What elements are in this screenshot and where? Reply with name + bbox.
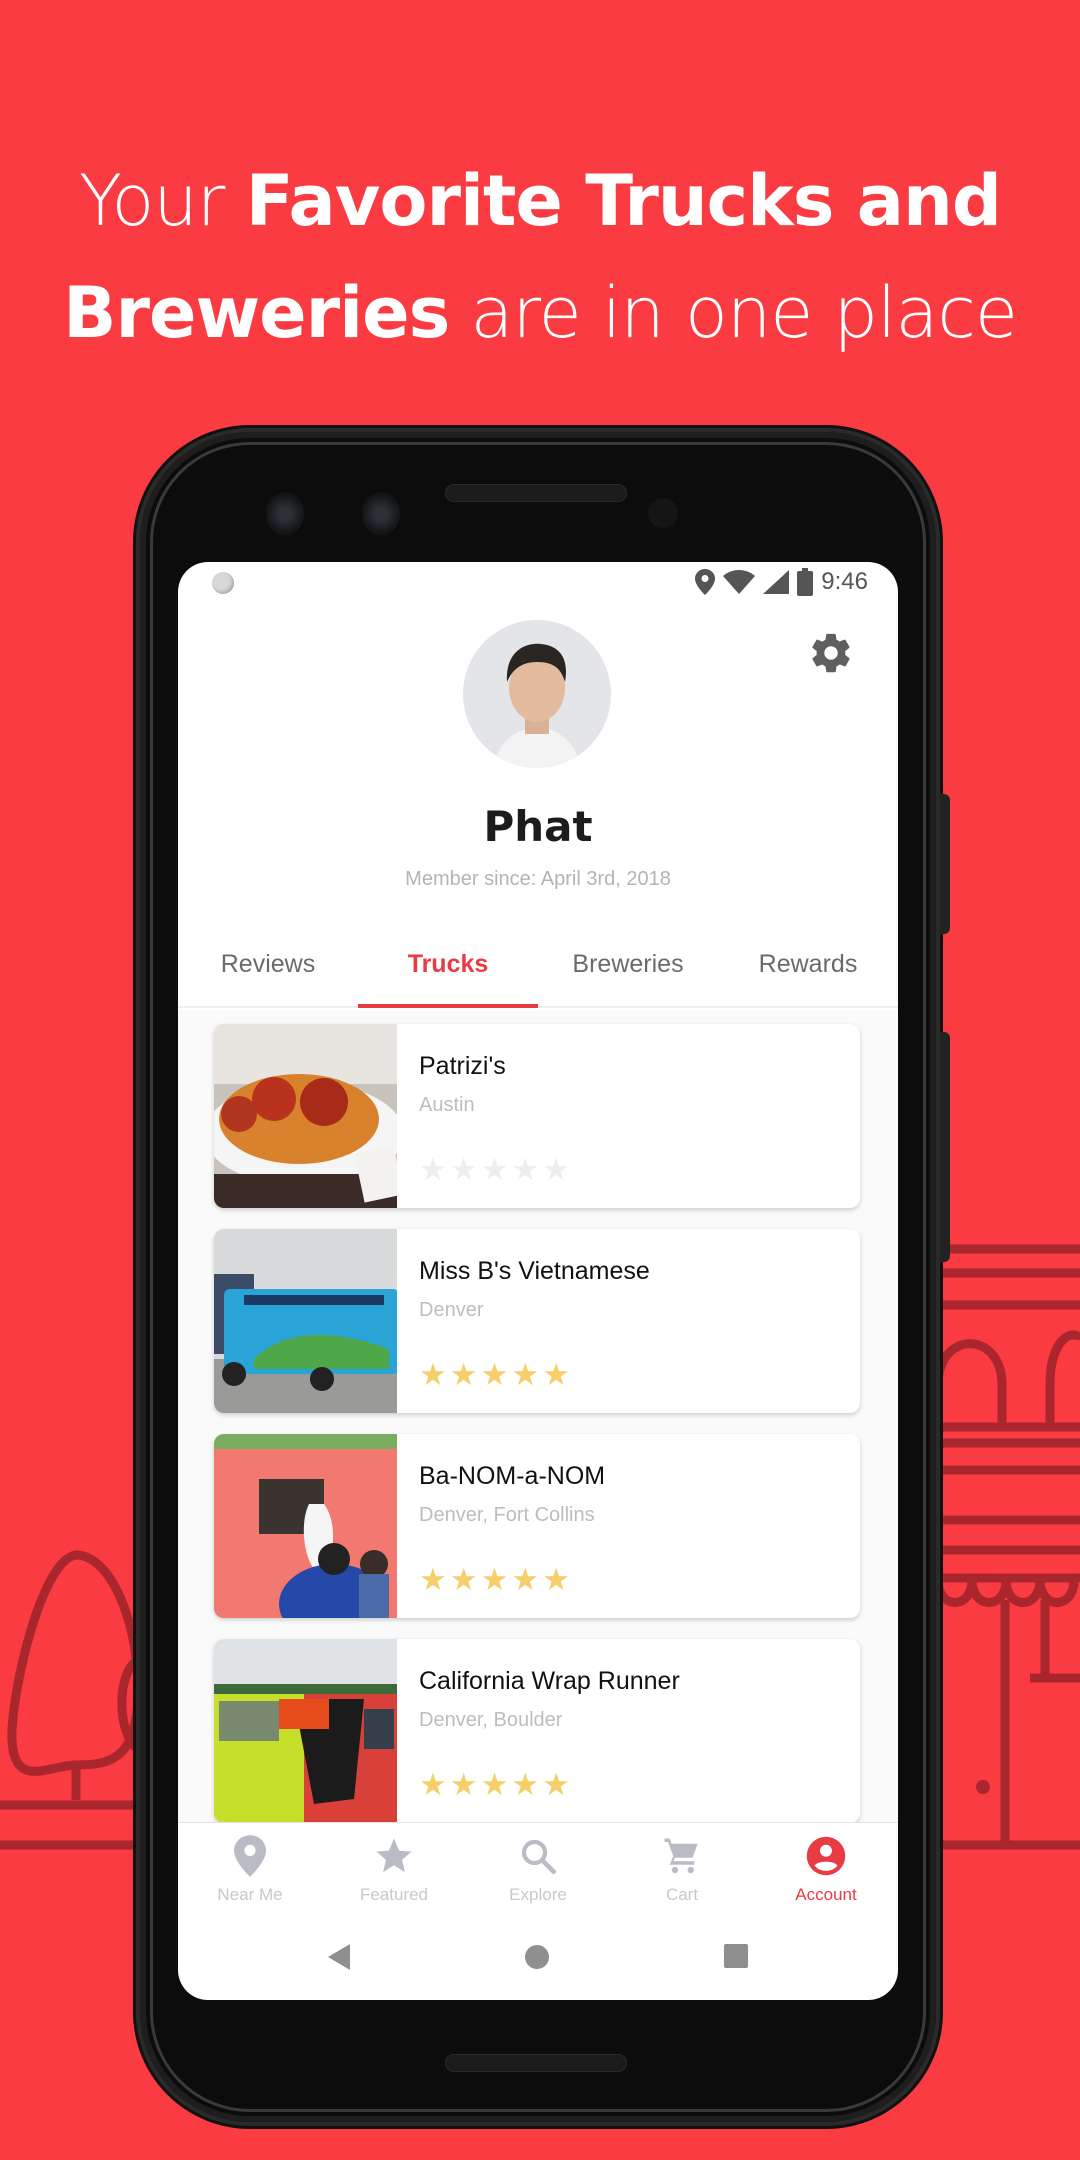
- bottom-speaker: [445, 2054, 627, 2072]
- star-empty-icon: ★: [511, 1152, 540, 1187]
- tab-breweries[interactable]: Breweries: [538, 932, 718, 1006]
- status-bar: 9:46: [178, 562, 898, 604]
- truck-name: Patrizi's: [419, 1052, 506, 1080]
- star-rating: ★ ★ ★ ★ ★: [419, 1359, 570, 1390]
- star-empty-icon: ★: [480, 1152, 509, 1187]
- search-icon: [521, 1839, 557, 1875]
- tab-trucks[interactable]: Trucks: [358, 932, 538, 1008]
- truck-card[interactable]: California Wrap Runner Denver, Boulder ★…: [214, 1639, 860, 1822]
- headline-bold-2: Breweries: [63, 272, 450, 354]
- star-filled-icon: ★: [511, 1357, 540, 1392]
- truck-image: [214, 1229, 397, 1413]
- front-camera-1: [266, 492, 304, 536]
- star-filled-icon: ★: [511, 1562, 540, 1597]
- member-since: Member since: April 3rd, 2018: [405, 868, 671, 890]
- star-rating: ★ ★ ★ ★ ★: [419, 1564, 570, 1595]
- front-camera-2: [362, 492, 400, 536]
- truck-image: [214, 1434, 397, 1618]
- truck-card[interactable]: Patrizi's Austin ★ ★ ★ ★ ★: [214, 1024, 860, 1208]
- clock: 9:46: [821, 568, 868, 595]
- star-rating: ★ ★ ★ ★ ★: [419, 1769, 570, 1800]
- star-filled-icon: ★: [419, 1562, 447, 1597]
- star-filled-icon: ★: [449, 1562, 478, 1597]
- star-filled-icon: ★: [419, 1357, 447, 1392]
- truck-location: Denver, Boulder: [419, 1709, 563, 1731]
- star-filled-icon: ★: [480, 1562, 509, 1597]
- cart-icon: [664, 1838, 698, 1874]
- star-filled-icon: ★: [542, 1562, 570, 1597]
- signal-icon: [763, 570, 790, 594]
- phone-screen: 9:46 Phat Member since: April 3rd, 2018 …: [178, 562, 898, 2000]
- truck-location: Denver, Fort Collins: [419, 1504, 595, 1526]
- truck-image: [214, 1639, 397, 1822]
- nav-label: Near Me: [217, 1885, 283, 1904]
- star-empty-icon: ★: [449, 1152, 478, 1187]
- star-empty-icon: ★: [419, 1152, 447, 1187]
- headline-bold-1: Favorite Trucks and: [245, 160, 1002, 242]
- star-filled-icon: ★: [480, 1357, 509, 1392]
- location-pin-icon: [234, 1835, 266, 1877]
- headline: Your Favorite Trucks and Breweries are i…: [0, 145, 1080, 369]
- bottom-navigation: Near Me Featured Explore Cart Account: [178, 1822, 898, 1922]
- nav-near-me[interactable]: Near Me: [178, 1823, 322, 1922]
- star-icon: [376, 1838, 412, 1873]
- volume-button: [940, 1032, 950, 1262]
- nav-label: Account: [795, 1885, 857, 1904]
- notification-icon: [212, 572, 234, 594]
- nav-featured[interactable]: Featured: [322, 1823, 466, 1922]
- nav-label: Featured: [359, 1885, 429, 1904]
- truck-location: Austin: [419, 1094, 475, 1116]
- wifi-icon: [723, 570, 756, 594]
- truck-name: Miss B's Vietnamese: [419, 1257, 650, 1285]
- star-rating: ★ ★ ★ ★ ★: [419, 1154, 570, 1185]
- recents-icon[interactable]: [724, 1944, 748, 1968]
- battery-icon: [797, 568, 814, 596]
- top-speaker: [445, 484, 627, 502]
- nav-cart[interactable]: Cart: [610, 1823, 754, 1922]
- star-empty-icon: ★: [542, 1152, 570, 1187]
- headline-light-1: Your: [79, 160, 225, 242]
- nav-label: Explore: [509, 1885, 567, 1904]
- tab-reviews[interactable]: Reviews: [178, 932, 358, 1006]
- star-filled-icon: ★: [511, 1767, 540, 1802]
- profile-name: Phat: [483, 802, 593, 851]
- location-icon: [695, 569, 716, 595]
- system-navigation-bar: [178, 1922, 898, 2000]
- nav-account[interactable]: Account: [754, 1823, 898, 1922]
- proximity-sensor: [648, 498, 678, 528]
- truck-name: Ba-NOM-a-NOM: [419, 1462, 606, 1490]
- star-filled-icon: ★: [449, 1357, 478, 1392]
- star-filled-icon: ★: [449, 1767, 478, 1802]
- star-filled-icon: ★: [542, 1767, 570, 1802]
- tab-rewards[interactable]: Rewards: [718, 932, 898, 1006]
- truck-card[interactable]: Miss B's Vietnamese Denver ★ ★ ★ ★ ★: [214, 1229, 860, 1413]
- power-button: [940, 794, 950, 934]
- back-icon[interactable]: [328, 1944, 352, 1970]
- star-filled-icon: ★: [419, 1767, 447, 1802]
- truck-card[interactable]: Ba-NOM-a-NOM Denver, Fort Collins ★ ★ ★ ★ ★: [214, 1434, 860, 1618]
- nav-explore[interactable]: Explore: [466, 1823, 610, 1922]
- account-icon: [806, 1836, 846, 1876]
- trucks-list[interactable]: Patrizi's Austin ★ ★ ★ ★ ★ Miss B's Vietname…: [178, 1010, 898, 1822]
- headline-light-2: are in one place: [470, 272, 1018, 354]
- truck-image: [214, 1024, 397, 1208]
- tree-icon: [7, 1550, 143, 1776]
- profile-tabs: Reviews Trucks Breweries Rewards: [178, 932, 898, 1008]
- gear-icon[interactable]: [808, 630, 854, 676]
- truck-name: California Wrap Runner: [419, 1667, 680, 1695]
- nav-label: Cart: [665, 1885, 699, 1904]
- star-filled-icon: ★: [542, 1357, 570, 1392]
- truck-location: Denver: [419, 1299, 484, 1321]
- star-filled-icon: ★: [480, 1767, 509, 1802]
- avatar[interactable]: [463, 620, 611, 768]
- home-icon[interactable]: [524, 1944, 550, 1970]
- avatar-portrait: [463, 620, 611, 768]
